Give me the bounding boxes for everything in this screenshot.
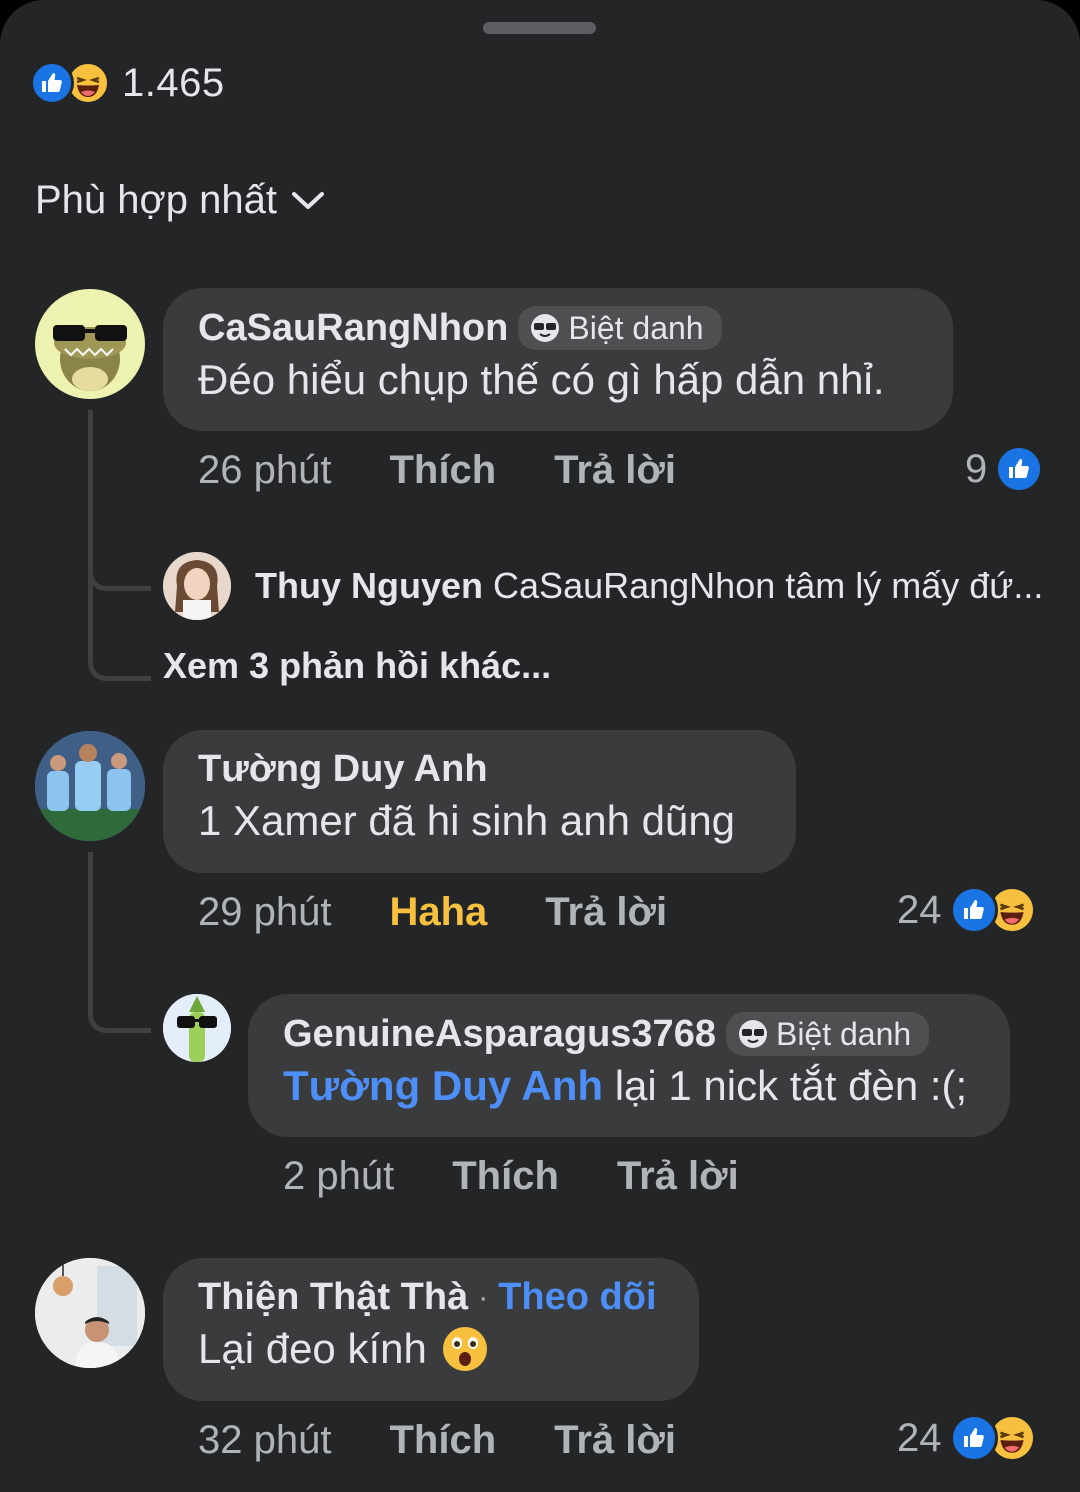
nickname-badge: Biệt danh: [518, 306, 722, 350]
comment-time: 29 phút: [198, 890, 332, 934]
reply-button[interactable]: Trả lời: [554, 448, 676, 493]
reply-time: 2 phút: [283, 1154, 395, 1198]
avatar-casaurangnhon[interactable]: [35, 289, 145, 399]
like-reaction-icon: [30, 61, 74, 105]
comment-author[interactable]: CaSauRangNhon: [198, 307, 508, 350]
avatar-tuong-duy-anh[interactable]: [35, 731, 145, 841]
sunglasses-icon: [531, 314, 560, 342]
reply-bubble[interactable]: GenuineAsparagus3768 Biệt danh Tường Duy…: [248, 994, 1010, 1137]
comment-time: 26 phút: [198, 448, 332, 492]
thread-line: [88, 852, 93, 1002]
comment-actions: 26 phút Thích Trả lời: [198, 448, 734, 493]
thread-connector: [88, 580, 151, 681]
sort-dropdown[interactable]: Phù hợp nhất: [35, 178, 325, 223]
reply-button[interactable]: Trả lời: [617, 1154, 739, 1199]
comment-author[interactable]: Thiện Thật Thà: [198, 1276, 468, 1319]
view-more-replies-link[interactable]: Xem 3 phản hồi khác...: [163, 645, 551, 687]
comment-reactions[interactable]: 24: [897, 1414, 1036, 1462]
post-reactions-summary[interactable]: 1.465: [30, 58, 225, 108]
like-reaction-icon: [949, 886, 998, 934]
sheet-drag-handle[interactable]: [483, 22, 596, 34]
reply-button[interactable]: Trả lời: [554, 1418, 676, 1463]
comment-bubble[interactable]: Thiện Thật Thà · Theo dõi Lại đeo kính: [163, 1258, 699, 1401]
badge-label: Biệt danh: [568, 309, 704, 346]
chevron-down-icon: [291, 191, 324, 209]
comment-reactions[interactable]: 24: [897, 886, 1036, 934]
reaction-count: 24: [897, 1415, 942, 1460]
reaction-count: 24: [897, 887, 942, 932]
reaction-total-count: 1.465: [122, 60, 225, 105]
follow-button[interactable]: Theo dõi: [498, 1276, 656, 1319]
reply-preview-text: CaSauRangNhon tâm lý mấy đứ...: [493, 565, 1044, 606]
reply-preview[interactable]: Thuy Nguyen CaSauRangNhon tâm lý mấy đứ.…: [255, 565, 1043, 607]
avatar-thuy-nguyen[interactable]: [163, 552, 231, 620]
comment-bubble[interactable]: Tường Duy Anh 1 Xamer đã hi sinh anh dũn…: [163, 730, 796, 873]
mention-link[interactable]: Tường Duy Anh: [283, 1062, 603, 1109]
reply-actions: 2 phút Thích Trả lời: [283, 1154, 797, 1199]
sort-label: Phù hợp nhất: [35, 178, 277, 222]
like-button[interactable]: Thích: [389, 1418, 496, 1463]
comment-text: Đéo hiểu chụp thế có gì hấp dẫn nhỉ.: [198, 356, 885, 403]
reply-author[interactable]: Thuy Nguyen: [255, 565, 483, 606]
reply-text: Tường Duy Anh lại 1 nick tắt đèn :(;: [283, 1062, 1010, 1110]
sunglasses-icon: [738, 1020, 767, 1048]
comment-author[interactable]: Tường Duy Anh: [198, 748, 488, 791]
nickname-badge: Biệt danh: [725, 1012, 930, 1056]
comment-actions: 32 phút Thích Trả lời: [198, 1418, 734, 1463]
comment-text: 1 Xamer đã hi sinh anh dũng: [198, 797, 736, 844]
reply-body: lại 1 nick tắt đèn :(;: [614, 1062, 968, 1109]
comments-sheet: 1.465 Phù hợp nhất CaSauRangNhon Biệt da…: [0, 0, 1080, 1492]
comment-reactions[interactable]: 9: [965, 445, 1044, 493]
like-reaction-icon: [995, 445, 1044, 493]
reaction-count: 9: [965, 446, 988, 491]
reply-button[interactable]: Trả lời: [545, 890, 667, 935]
like-button[interactable]: Thích: [389, 448, 496, 493]
comment-body: Lại đeo kính: [198, 1325, 427, 1372]
comment-time: 32 phút: [198, 1418, 332, 1462]
like-reaction-icon: [949, 1414, 998, 1462]
separator-dot: ·: [478, 1280, 489, 1314]
comment-bubble[interactable]: CaSauRangNhon Biệt danh Đéo hiểu chụp th…: [163, 288, 953, 431]
astonished-emoji-icon: [441, 1325, 489, 1373]
thread-connector: [88, 982, 151, 1033]
haha-reacted-button[interactable]: Haha: [389, 890, 487, 935]
reply-author[interactable]: GenuineAsparagus3768: [283, 1013, 716, 1056]
avatar-genuineasparagus3768[interactable]: [163, 994, 231, 1062]
comment-actions: 29 phút Haha Trả lời: [198, 890, 725, 935]
avatar-thien-that-tha[interactable]: [35, 1258, 145, 1368]
badge-label: Biệt danh: [775, 1015, 912, 1052]
comment-text: Lại đeo kính: [198, 1325, 699, 1373]
like-button[interactable]: Thích: [452, 1154, 559, 1199]
